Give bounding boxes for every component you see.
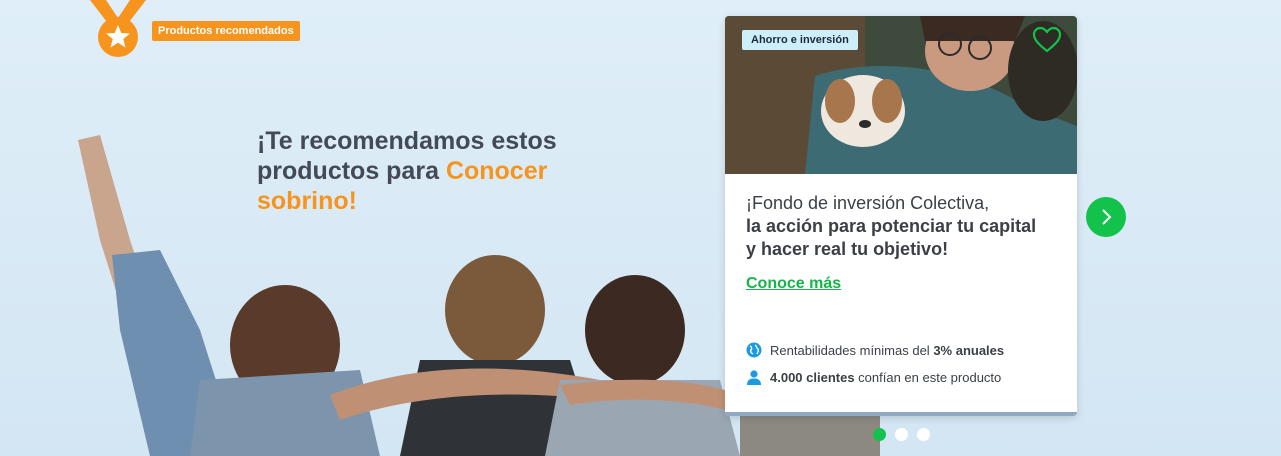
product-card-body: ¡Fondo de inversión Colectiva, la acción… <box>746 192 1046 293</box>
carousel-dot-3[interactable] <box>917 428 930 441</box>
page-headline: ¡Te recomendamos estos productos para Co… <box>257 126 617 216</box>
learn-more-link[interactable]: Conoce más <box>746 275 841 293</box>
product-title: ¡Fondo de inversión Colectiva, la acción… <box>746 192 1046 261</box>
product-title-regular: ¡Fondo de inversión Colectiva, <box>746 193 990 213</box>
chevron-right-icon <box>1102 209 1112 225</box>
category-tag: Ahorro e inversión <box>742 30 858 50</box>
card-bottom-bar <box>725 412 1077 416</box>
feature-returns: Rentabilidades mínimas del 3% anuales <box>746 342 1004 358</box>
feature-clients: 4.000 clientes confían en este producto <box>746 369 1001 385</box>
feature-clients-bold: 4.000 clientes <box>770 369 855 385</box>
recommended-products-tag: Productos recomendados <box>152 21 300 41</box>
carousel-next-button[interactable] <box>1086 197 1126 237</box>
medal-star-icon <box>90 0 146 57</box>
feature-clients-post: confían en este producto <box>854 369 1002 385</box>
carousel-dot-2[interactable] <box>895 428 908 441</box>
user-icon <box>747 370 761 385</box>
feature-returns-bold: 3% anuales <box>933 342 1005 358</box>
heart-outline-icon[interactable] <box>1032 26 1062 54</box>
feature-returns-pre: Rentabilidades mínimas del <box>770 342 934 358</box>
globe-icon <box>746 342 762 358</box>
carousel-dot-1[interactable] <box>873 428 886 441</box>
carousel-dots <box>873 428 930 441</box>
product-title-bold: la acción para potenciar tu capital y ha… <box>746 216 1037 259</box>
product-card[interactable]: Ahorro e inversión ¡Fondo de inversión C… <box>725 16 1077 416</box>
